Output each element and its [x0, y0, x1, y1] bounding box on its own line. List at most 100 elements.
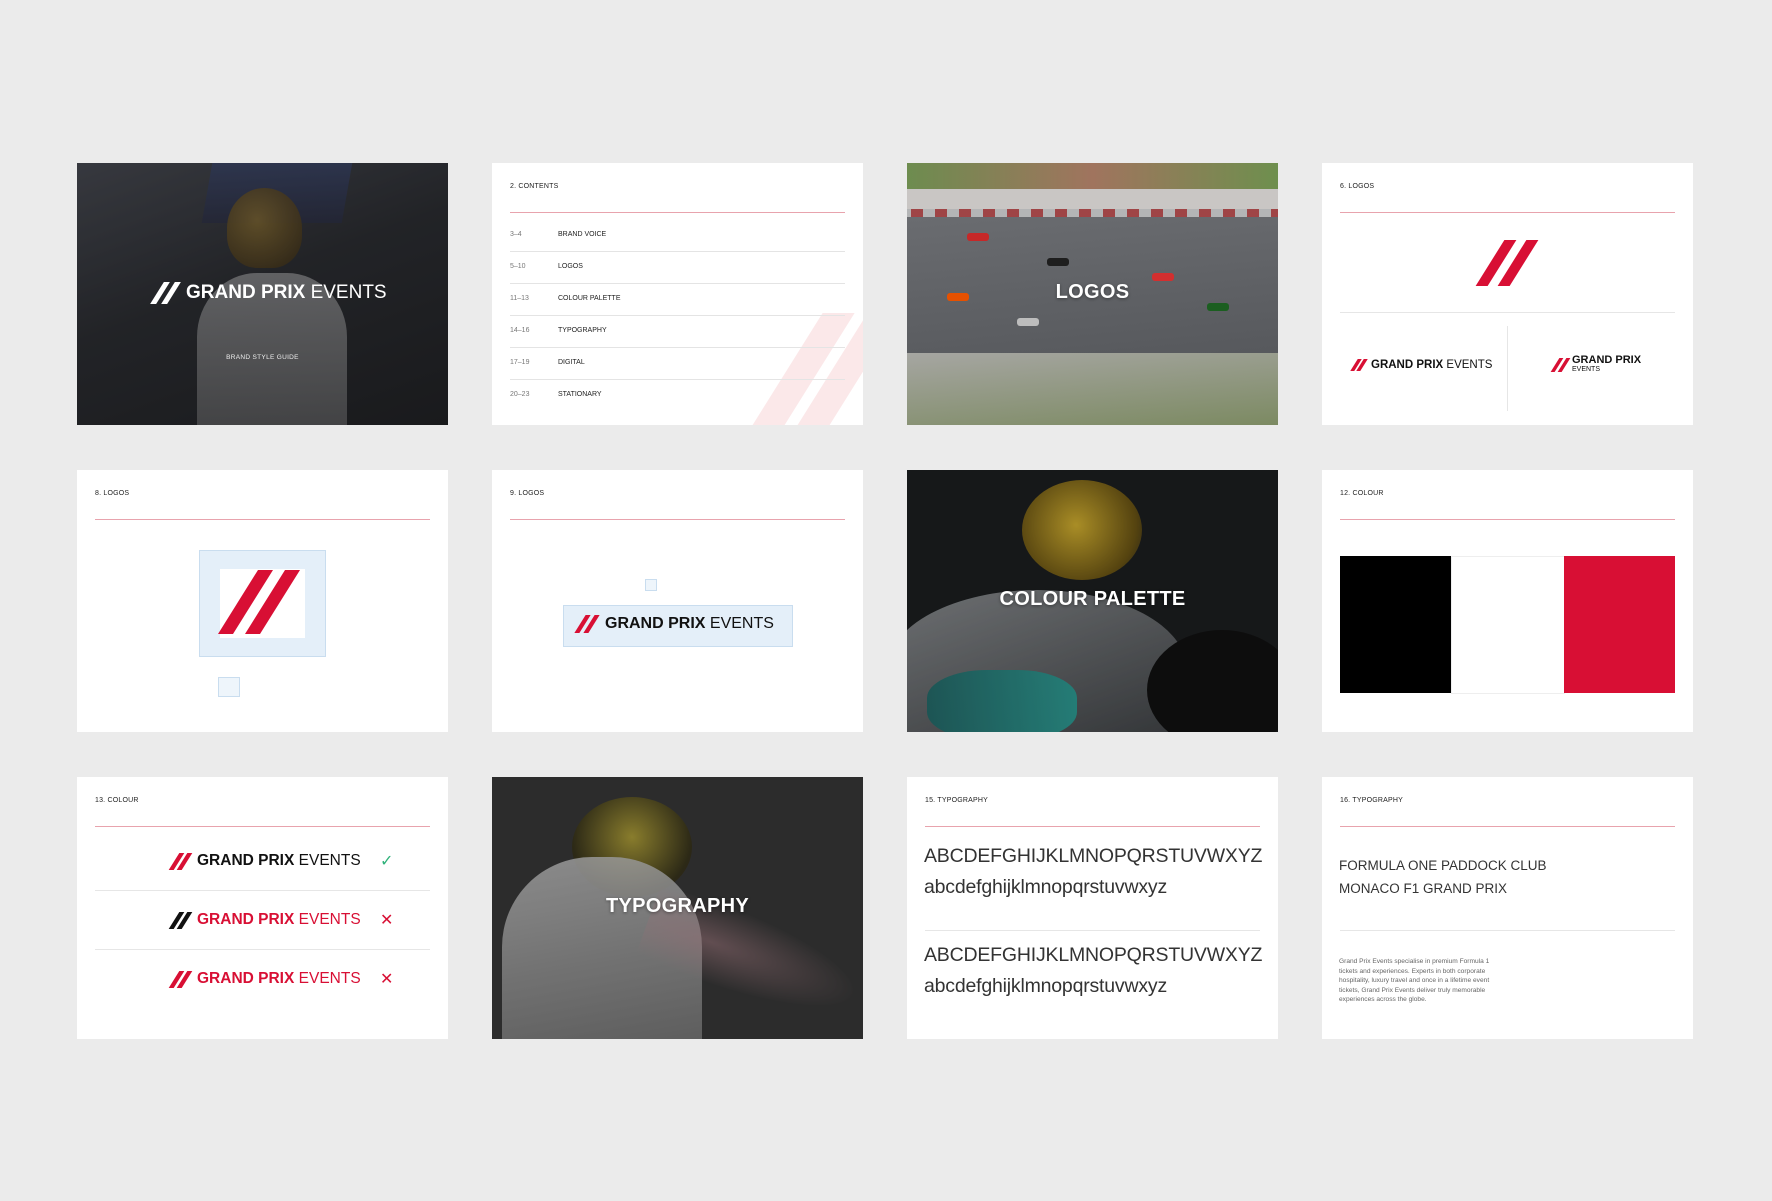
- slide-typography-cover[interactable]: TYPOGRAPHY: [492, 777, 863, 1039]
- divider: [510, 212, 845, 213]
- toc-pages: 17–19: [510, 359, 530, 366]
- logo-mark-icon: [150, 282, 181, 304]
- logo-text-bold: GRAND PRIX: [197, 970, 295, 987]
- toc-item[interactable]: 20–23 STATIONARY: [510, 380, 845, 411]
- logo-incorrect-usage: GRAND PRIX EVENTS: [168, 911, 361, 929]
- logo-text-bold: GRAND PRIX: [197, 852, 295, 869]
- slide-logos-8[interactable]: 8. LOGOS: [77, 470, 448, 732]
- slide-colour-13[interactable]: 13. COLOUR GRAND PRIX EVENTS ✓ GRAND PRI…: [77, 777, 448, 1039]
- divider: [925, 826, 1260, 827]
- logo-text-bold: GRAND PRIX: [1371, 359, 1444, 371]
- toc-item[interactable]: 5–10 LOGOS: [510, 252, 845, 284]
- logo-text-light: EVENTS: [1572, 366, 1601, 373]
- slide-header: 15. TYPOGRAPHY: [925, 797, 988, 804]
- typeface-uppercase: ABCDEFGHIJKLMNOPQRSTUVWXYZ: [924, 845, 1263, 867]
- logo-incorrect-usage: GRAND PRIX EVENTS: [168, 970, 361, 988]
- typeface-lowercase: abcdefghijklmnopqrstuvwxyz: [924, 975, 1167, 997]
- toc-name: COLOUR PALETTE: [558, 295, 621, 302]
- slide-logos-9[interactable]: 9. LOGOS GRAND PRIX EVENTS: [492, 470, 863, 732]
- toc-name: STATIONARY: [558, 391, 602, 398]
- logo-text-light: EVENTS: [1446, 359, 1493, 371]
- slide-colour-cover[interactable]: COLOUR PALETTE: [907, 470, 1278, 732]
- headline-line: FORMULA ONE PADDOCK CLUB: [1339, 858, 1547, 873]
- cover-logo: GRAND PRIX EVENTS: [150, 282, 387, 304]
- logo-text-light: EVENTS: [298, 911, 361, 928]
- slide-logos-6[interactable]: 6. LOGOS GRAND PRIX EVENTS GRAND PRIX EV…: [1322, 163, 1693, 425]
- swatch-black: [1340, 556, 1451, 693]
- divider: [1340, 826, 1675, 827]
- swatch-white: [1451, 556, 1565, 694]
- slide-header: 12. COLOUR: [1340, 490, 1384, 497]
- headline-sample: FORMULA ONE PADDOCK CLUB MONACO F1 GRAND…: [1339, 854, 1547, 900]
- divider: [95, 519, 430, 520]
- logo-mark-icon: [218, 570, 302, 634]
- toc-pages: 3–4: [510, 231, 522, 238]
- toc-name: LOGOS: [558, 263, 583, 270]
- logo-mark-icon: [1550, 358, 1571, 372]
- headline-line: MONACO F1 GRAND PRIX: [1339, 881, 1508, 896]
- divider: [95, 826, 430, 827]
- toc-item[interactable]: 14–16 TYPOGRAPHY: [510, 316, 845, 348]
- swatch-red: [1564, 556, 1675, 693]
- toc-name: TYPOGRAPHY: [558, 327, 607, 334]
- divider: [510, 519, 845, 520]
- logo-mark-icon: [168, 911, 193, 929]
- slide-cover[interactable]: GRAND PRIX EVENTS BRAND STYLE GUIDE: [77, 163, 448, 425]
- min-size-marker: [218, 677, 240, 697]
- slide-title: COLOUR PALETTE: [999, 588, 1186, 610]
- slide-typography-15[interactable]: 15. TYPOGRAPHY ABCDEFGHIJKLMNOPQRSTUVWXY…: [907, 777, 1278, 1039]
- logo-text-light: EVENTS: [310, 282, 387, 303]
- toc-name: BRAND VOICE: [558, 231, 607, 238]
- toc-item[interactable]: 17–19 DIGITAL: [510, 348, 845, 380]
- logo-mark-icon: [1474, 240, 1544, 286]
- slide-header: 8. LOGOS: [95, 490, 130, 497]
- slide-typography-16[interactable]: 16. TYPOGRAPHY FORMULA ONE PADDOCK CLUB …: [1322, 777, 1693, 1039]
- cover-subtitle: BRAND STYLE GUIDE: [226, 354, 299, 361]
- logo-text-light: EVENTS: [298, 970, 361, 987]
- check-icon: ✓: [380, 853, 394, 870]
- logo-text-light: EVENTS: [298, 852, 361, 869]
- logo-correct-usage: GRAND PRIX EVENTS: [168, 852, 361, 870]
- divider: [1340, 519, 1675, 520]
- logo-text-bold: GRAND PRIX: [197, 911, 295, 928]
- clearspace-marker: [645, 579, 657, 591]
- toc-pages: 11–13: [510, 295, 529, 302]
- divider: [1340, 930, 1675, 931]
- slide-colour-12[interactable]: 12. COLOUR: [1322, 470, 1693, 732]
- slide-title: TYPOGRAPHY: [605, 895, 750, 917]
- slide-header: 16. TYPOGRAPHY: [1340, 797, 1403, 804]
- toc-item[interactable]: 11–13 COLOUR PALETTE: [510, 284, 845, 316]
- slide-header: 2. CONTENTS: [510, 183, 559, 190]
- divider: [925, 930, 1260, 931]
- stacked-logo: GRAND PRIX EVENTS: [1550, 354, 1642, 374]
- toc-name: DIGITAL: [558, 359, 585, 366]
- horizontal-logo: GRAND PRIX EVENTS: [1350, 359, 1492, 371]
- slide-header: 9. LOGOS: [510, 490, 545, 497]
- logo-mark-icon: [168, 970, 193, 988]
- divider: [95, 890, 430, 891]
- divider: [1340, 312, 1675, 313]
- toc-item[interactable]: 3–4 BRAND VOICE: [510, 220, 845, 252]
- divider: [1507, 326, 1508, 411]
- cross-icon: ✕: [380, 912, 394, 929]
- divider: [1340, 212, 1675, 213]
- slide-header: 13. COLOUR: [95, 797, 139, 804]
- logo-text-bold: GRAND PRIX: [605, 615, 706, 632]
- slide-title: LOGOS: [1055, 281, 1130, 303]
- toc-pages: 20–23: [510, 391, 530, 398]
- logo-mark-icon: [168, 852, 193, 870]
- logo-text-bold: GRAND PRIX: [1572, 354, 1642, 366]
- toc-pages: 14–16: [510, 327, 530, 334]
- slide-logos-cover[interactable]: LOGOS: [907, 163, 1278, 425]
- divider: [95, 949, 430, 950]
- logo-mark-icon: [574, 615, 600, 633]
- horizontal-logo: GRAND PRIX EVENTS: [574, 615, 774, 633]
- body-copy-sample: Grand Prix Events specialise in premium …: [1339, 958, 1490, 1003]
- typeface-uppercase: ABCDEFGHIJKLMNOPQRSTUVWXYZ: [924, 944, 1263, 966]
- slide-header: 6. LOGOS: [1340, 183, 1375, 190]
- logo-text-bold: GRAND PRIX: [186, 282, 306, 303]
- slide-contents[interactable]: 2. CONTENTS 3–4 BRAND VOICE 5–10 LOGOS 11–…: [492, 163, 863, 425]
- typeface-lowercase: abcdefghijklmnopqrstuvwxyz: [924, 876, 1167, 898]
- logo-text-light: EVENTS: [709, 615, 774, 632]
- logo-mark-icon: [1350, 359, 1368, 371]
